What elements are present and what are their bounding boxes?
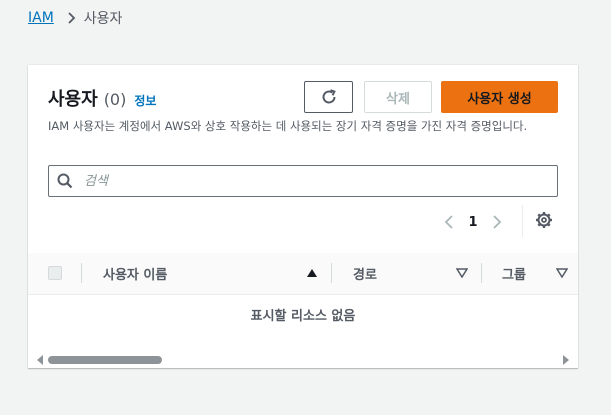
breadcrumb-iam-link[interactable]: IAM — [28, 10, 54, 26]
panel-header: 사용자 (0) 정보 삭제 사용자 생성 IAM 사용자는 계정에서 AWS와 … — [28, 65, 578, 253]
chevron-right-icon[interactable] — [488, 214, 504, 230]
column-header-path[interactable]: 경로 — [353, 264, 377, 283]
sort-descending-icon[interactable] — [456, 268, 468, 278]
column-header-groups[interactable]: 그룹 — [502, 264, 526, 283]
column-divider[interactable] — [331, 263, 332, 283]
breadcrumb: IAM 사용자 — [28, 8, 122, 28]
breadcrumb-current: 사용자 — [83, 11, 123, 27]
column-header-username[interactable]: 사용자 이름 — [103, 264, 167, 283]
pagination: 1 — [442, 210, 504, 234]
empty-table-message: 표시할 리소스 없음 — [250, 309, 356, 324]
horizontal-scrollbar[interactable] — [28, 351, 578, 368]
refresh-button[interactable] — [304, 81, 353, 113]
search-field[interactable] — [48, 165, 558, 197]
search-input[interactable] — [82, 172, 546, 190]
chevron-left-icon[interactable] — [442, 214, 458, 230]
select-all-checkbox[interactable] — [48, 266, 62, 280]
chevron-right-icon — [64, 11, 78, 25]
sort-descending-icon[interactable] — [556, 268, 568, 278]
search-icon — [56, 172, 74, 190]
refresh-icon — [320, 88, 338, 106]
sort-ascending-icon[interactable] — [306, 268, 318, 278]
scrollbar-thumb[interactable] — [48, 356, 162, 364]
page-title: 사용자 — [48, 89, 98, 110]
scroll-left-icon[interactable] — [36, 355, 44, 365]
delete-button[interactable]: 삭제 — [364, 81, 432, 113]
column-divider[interactable] — [481, 263, 482, 283]
users-panel: 사용자 (0) 정보 삭제 사용자 생성 IAM 사용자는 계정에서 AWS와 … — [28, 65, 578, 368]
current-page[interactable]: 1 — [458, 215, 488, 230]
create-user-button[interactable]: 사용자 생성 — [441, 81, 558, 113]
settings-icon[interactable] — [535, 211, 553, 229]
table-header: 사용자 이름 경로 그룹 — [28, 253, 578, 295]
pagination-divider — [522, 205, 523, 237]
title-row: 사용자 (0) 정보 — [48, 85, 156, 111]
info-link[interactable]: 정보 — [134, 92, 156, 109]
panel-description: IAM 사용자는 계정에서 AWS와 상호 작용하는 데 사용되는 장기 자격 … — [48, 119, 528, 133]
user-count: (0) — [103, 90, 127, 109]
scroll-right-icon[interactable] — [562, 355, 570, 365]
column-divider — [81, 263, 82, 283]
